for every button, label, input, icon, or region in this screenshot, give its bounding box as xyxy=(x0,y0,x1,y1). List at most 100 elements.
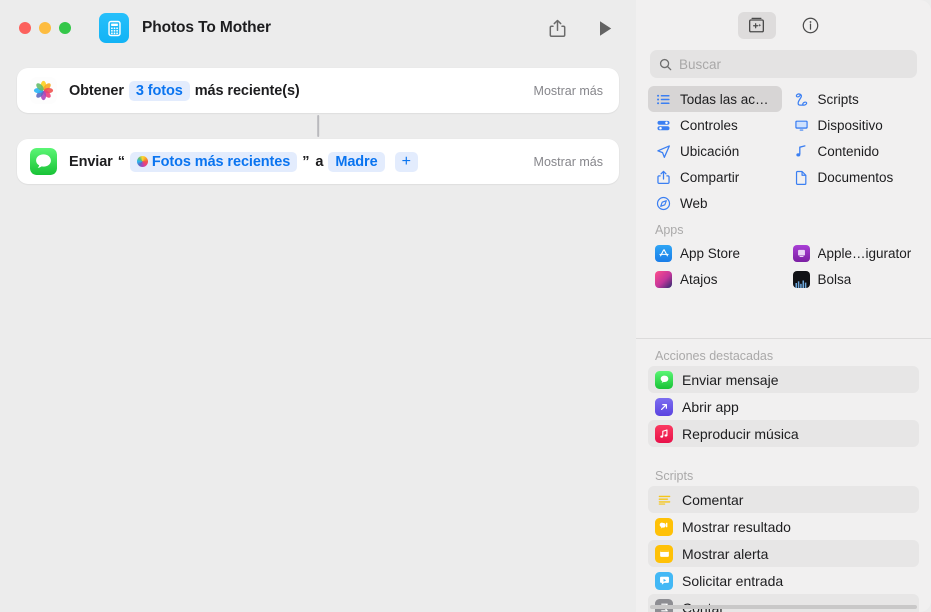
music-note-icon xyxy=(793,143,810,160)
action-2-prefix: Enviar xyxy=(69,153,113,170)
info-icon[interactable] xyxy=(792,12,830,39)
add-recipient-button[interactable]: + xyxy=(394,151,418,172)
sidebar-toolbar xyxy=(636,0,931,50)
action-item-label: Abrir app xyxy=(682,398,739,415)
recipient-token[interactable]: Madre xyxy=(328,151,385,172)
action-item-comentar[interactable]: Comentar xyxy=(648,486,919,513)
category-label: Ubicación xyxy=(680,143,740,159)
category-ubicacion[interactable]: Ubicación xyxy=(648,138,782,164)
shortcuts-icon xyxy=(655,270,672,288)
category-panel: Todas las acci... Scripts Controles Disp… xyxy=(636,86,931,336)
app-item-apple-configurator[interactable]: Apple…igurator xyxy=(786,240,920,266)
minimize-button[interactable] xyxy=(39,22,51,34)
scroll-icon xyxy=(793,91,810,108)
action-1-text: Obtener 3 fotos más reciente(s) xyxy=(69,80,300,101)
sliders-icon xyxy=(655,117,672,134)
sidebar-scrollbar[interactable] xyxy=(650,605,917,609)
category-label: Web xyxy=(680,195,708,211)
shortcut-editor-pane: Photos To Mother Obtener 3 fotos más rec… xyxy=(0,0,636,612)
photos-icon xyxy=(30,77,57,104)
search-icon xyxy=(659,58,672,70)
action-item-label: Solicitar entrada xyxy=(682,572,784,589)
action-library-sidebar: Todas las acci... Scripts xyxy=(636,0,931,612)
photo-count-token[interactable]: 3 fotos xyxy=(128,80,190,101)
alert-window-icon xyxy=(655,544,673,563)
category-todas-las-acciones[interactable]: Todas las acci... xyxy=(648,86,782,112)
share-icon[interactable] xyxy=(546,17,568,39)
show-result-icon xyxy=(655,517,673,536)
category-label: Todas las acci... xyxy=(680,91,775,107)
calculator-icon xyxy=(99,13,129,43)
comment-lines-icon xyxy=(655,491,673,509)
app-store-icon xyxy=(655,244,672,262)
app-label: App Store xyxy=(680,245,741,261)
search-box[interactable] xyxy=(650,50,917,78)
category-label: Dispositivo xyxy=(817,117,883,133)
category-label: Contenido xyxy=(817,143,880,159)
scripts-section-header: Scripts xyxy=(655,469,694,483)
action-card-get-photos[interactable]: Obtener 3 fotos más reciente(s) Mostrar … xyxy=(17,68,619,113)
action-connector xyxy=(17,113,619,139)
action-item-reproducir-musica[interactable]: Reproducir música xyxy=(648,420,919,447)
app-item-atajos[interactable]: Atajos xyxy=(648,266,782,292)
action-item-contar[interactable]: Contar xyxy=(648,594,919,612)
search-input[interactable] xyxy=(679,56,908,72)
app-label: Atajos xyxy=(680,271,718,287)
action-library-icon[interactable] xyxy=(737,11,776,39)
safari-compass-icon xyxy=(655,195,672,212)
window-title: Photos To Mother xyxy=(142,19,271,36)
category-documentos[interactable]: Documentos xyxy=(786,164,920,190)
messages-icon xyxy=(30,148,57,175)
close-button[interactable] xyxy=(19,22,31,34)
search-container xyxy=(636,50,931,86)
category-web[interactable]: Web xyxy=(648,190,782,216)
action-2-text: Enviar “ Fotos más recientes ” a Madre + xyxy=(69,151,418,172)
category-dispositivo[interactable]: Dispositivo xyxy=(786,112,920,138)
apple-configurator-icon xyxy=(792,244,810,262)
category-controles[interactable]: Controles xyxy=(648,112,782,138)
window-controls xyxy=(19,22,71,34)
show-more-1[interactable]: Mostrar más xyxy=(534,84,603,98)
category-label: Controles xyxy=(680,117,738,133)
open-app-icon xyxy=(655,397,673,416)
play-icon[interactable] xyxy=(594,17,616,39)
stocks-icon xyxy=(792,270,810,288)
action-item-enviar-mensaje[interactable]: Enviar mensaje xyxy=(648,366,919,393)
action-card-send-message[interactable]: Enviar “ Fotos más recientes ” a Madre +… xyxy=(17,139,619,184)
action-1-suffix: más reciente(s) xyxy=(194,82,300,99)
category-compartir[interactable]: Compartir xyxy=(648,164,782,190)
action-2-middle: a xyxy=(315,153,324,170)
messages-icon xyxy=(655,370,673,389)
titlebar: Photos To Mother xyxy=(0,0,636,56)
action-item-label: Mostrar alerta xyxy=(682,545,769,562)
workflow-canvas: Obtener 3 fotos más reciente(s) Mostrar … xyxy=(0,56,636,184)
ask-input-icon xyxy=(655,571,673,590)
action-item-abrir-app[interactable]: Abrir app xyxy=(648,393,919,420)
app-window: Photos To Mother Obtener 3 fotos más rec… xyxy=(0,0,931,612)
app-item-app-store[interactable]: App Store xyxy=(648,240,782,266)
app-label: Bolsa xyxy=(817,271,852,287)
show-more-2[interactable]: Mostrar más xyxy=(534,155,603,169)
music-icon xyxy=(655,424,673,443)
location-arrow-icon xyxy=(655,143,672,160)
app-item-bolsa[interactable]: Bolsa xyxy=(786,266,920,292)
action-item-label: Reproducir música xyxy=(682,425,799,442)
action-item-label: Comentar xyxy=(682,491,744,508)
category-scripts[interactable]: Scripts xyxy=(786,86,920,112)
category-grid: Todas las acci... Scripts Controles Disp… xyxy=(648,86,919,216)
variable-token-photos[interactable]: Fotos más recientes xyxy=(129,151,298,172)
titlebar-actions xyxy=(546,17,616,39)
action-item-mostrar-resultado[interactable]: Mostrar resultado xyxy=(648,513,919,540)
actions-list: Acciones destacadas Enviar mensaje Abrir… xyxy=(636,339,931,612)
zoom-button[interactable] xyxy=(59,22,71,34)
category-contenido[interactable]: Contenido xyxy=(786,138,920,164)
featured-section-header: Acciones destacadas xyxy=(655,349,774,363)
document-icon xyxy=(793,169,810,186)
action-1-prefix: Obtener xyxy=(69,82,124,99)
action-item-solicitar-entrada[interactable]: Solicitar entrada xyxy=(648,567,919,594)
category-label: Compartir xyxy=(680,169,740,185)
category-label: Scripts xyxy=(817,91,859,107)
apps-section-header: Apps xyxy=(655,223,684,237)
action-item-mostrar-alerta[interactable]: Mostrar alerta xyxy=(648,540,919,567)
